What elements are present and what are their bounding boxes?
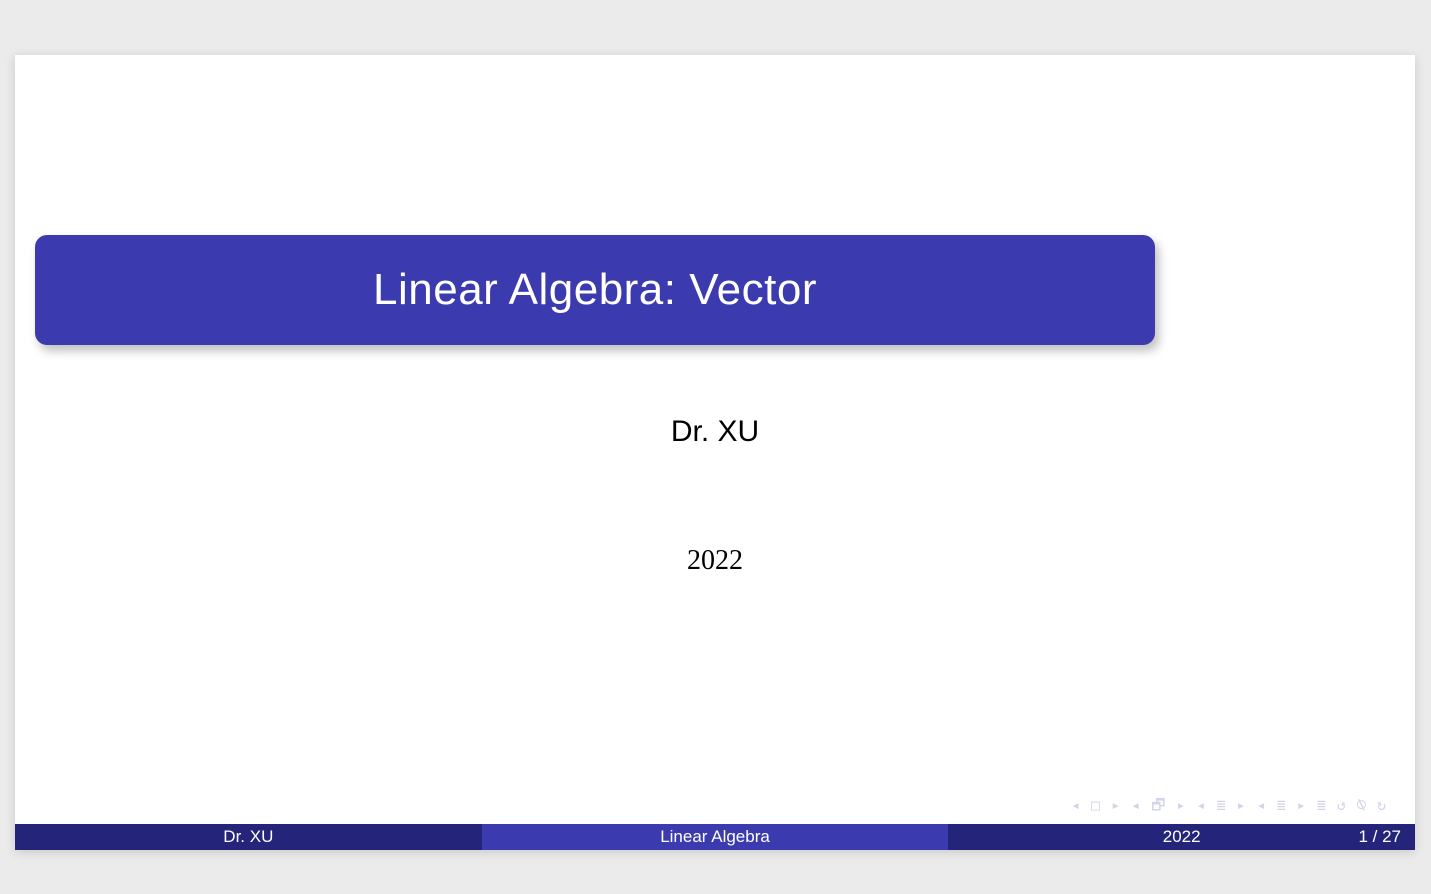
title-bar: Linear Algebra: Vector: [35, 235, 1155, 345]
footer-right: 2022 1 / 27: [948, 824, 1415, 850]
footer-page-number: 1 / 27: [1358, 827, 1401, 847]
footer-author: Dr. XU: [15, 824, 482, 850]
beamer-nav-icons[interactable]: ◂ □ ▸ ◂ 🗗 ▸ ◂ ≣ ▸ ◂ ≣ ▸ ≣ ↺ ⍉ ↻: [1071, 795, 1387, 820]
slide-title: Linear Algebra: Vector: [373, 265, 817, 315]
footer-title: Linear Algebra: [482, 824, 949, 850]
slide-footer: Dr. XU Linear Algebra 2022 1 / 27: [15, 824, 1415, 850]
slide-year: 2022: [15, 545, 1415, 577]
nav-glyphs: ◂ □ ▸ ◂ 🗗 ▸ ◂ ≣ ▸ ◂ ≣ ▸ ≣ ↺ ⍉ ↻: [1071, 795, 1387, 820]
slide-page: Linear Algebra: Vector Dr. XU 2022 ◂ □ ▸…: [15, 55, 1415, 850]
slide-author: Dr. XU: [15, 415, 1415, 449]
footer-date: 2022: [948, 827, 1415, 847]
